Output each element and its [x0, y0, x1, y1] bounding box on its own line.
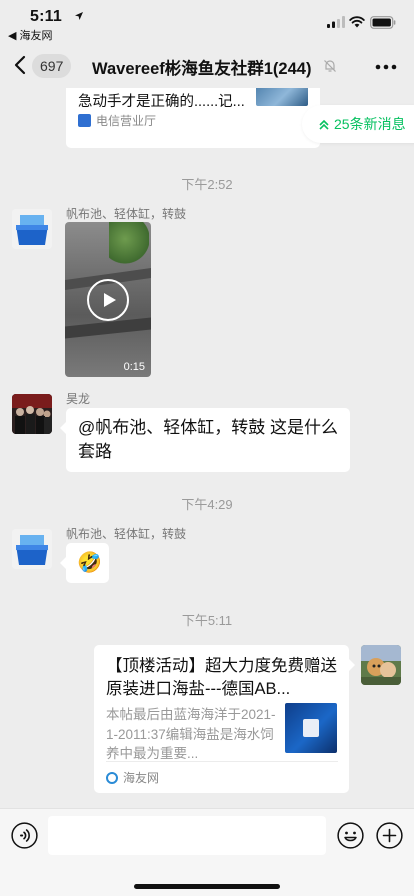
- chat-input-bar: [0, 808, 414, 896]
- link-card-thumbnail: [285, 703, 337, 753]
- timestamp: 下午5:11: [181, 613, 233, 628]
- my-avatar[interactable]: [361, 645, 401, 685]
- telecom-logo-icon: [78, 114, 91, 127]
- back-to-app-link[interactable]: ◀ 海友网: [8, 27, 53, 43]
- home-indicator: [134, 884, 280, 889]
- back-chevron-icon[interactable]: [14, 55, 26, 75]
- group-photo-avatar-icon: [12, 394, 52, 434]
- shared-card-partial[interactable]: 急动手才是正确的......记... 电信营业厅: [66, 88, 320, 148]
- voice-input-icon[interactable]: [11, 822, 38, 849]
- double-chevron-up-icon: [319, 119, 329, 130]
- sender-name: 昊龙: [66, 392, 91, 406]
- signal-icon: [327, 16, 345, 28]
- avatar[interactable]: [12, 394, 52, 434]
- link-card-source: 海友网: [106, 769, 159, 786]
- status-time: 5:11: [30, 8, 62, 25]
- emoji-icon[interactable]: [337, 822, 364, 849]
- sender-name: 帆布池、轻体缸，转鼓: [66, 527, 187, 541]
- text-message-bubble[interactable]: @帆布池、轻体缸，转鼓 这是什么套路: [60, 408, 350, 472]
- link-card-title: 【顶楼活动】超大力度免费赠送原装进口海盐---德国AB...: [106, 657, 337, 698]
- wifi-icon: [349, 16, 365, 28]
- avatar[interactable]: [12, 209, 52, 249]
- shared-card-source-label: 电信营业厅: [96, 114, 157, 128]
- message-emoji: 🤣: [77, 552, 102, 574]
- video-duration: 0:15: [123, 361, 145, 373]
- video-frame-plant: [109, 222, 149, 264]
- message-list[interactable]: 急动手才是正确的......记... 电信营业厅 25条新消息 下午2:52 帆…: [0, 88, 414, 808]
- shared-card-source: 电信营业厅: [78, 112, 156, 129]
- new-messages-button[interactable]: 25条新消息: [302, 105, 414, 143]
- plus-icon[interactable]: [376, 822, 403, 849]
- chat-title: Wavereef彬海鱼友社群1(244): [92, 60, 312, 78]
- video-message[interactable]: 0:15: [65, 222, 151, 377]
- avatar[interactable]: [12, 529, 52, 569]
- link-card-source-label: 海友网: [123, 771, 160, 785]
- status-bar: 5:11 ◀ 海友网: [0, 0, 414, 42]
- timestamp: 下午2:52: [181, 177, 233, 192]
- cat-photo-avatar-icon: [361, 645, 401, 685]
- new-messages-label: 25条新消息: [334, 116, 406, 132]
- link-card-description: 本帖最后由蓝海海洋于2021-1-2011:37编辑海盐是海水饲养中最为重要..…: [106, 707, 276, 761]
- unread-count-badge[interactable]: 697: [32, 54, 72, 78]
- shared-card-text: 急动手才是正确的......记...: [78, 94, 245, 110]
- pool-avatar-icon: [12, 209, 52, 249]
- pool-avatar-icon: [12, 529, 52, 569]
- timestamp: 下午4:29: [181, 497, 233, 512]
- divider: [106, 761, 338, 762]
- more-options-icon[interactable]: [375, 64, 397, 70]
- sender-name: 帆布池、轻体缸，转鼓: [66, 207, 187, 221]
- battery-icon: [370, 16, 396, 29]
- chat-nav-bar: 697 Wavereef彬海鱼友社群1(244): [0, 42, 414, 88]
- shared-card-thumbnail: [256, 88, 308, 106]
- location-arrow-icon: [75, 12, 83, 20]
- mute-bell-icon: [324, 60, 336, 72]
- emoji-message-bubble[interactable]: 🤣: [60, 543, 109, 583]
- message-input[interactable]: [48, 816, 326, 855]
- message-text: @帆布池、轻体缸，转鼓 这是什么套路: [78, 418, 338, 461]
- haiyou-logo-icon: [106, 771, 118, 784]
- play-button-icon[interactable]: [87, 279, 129, 321]
- link-card-message[interactable]: 【顶楼活动】超大力度免费赠送原装进口海盐---德国AB... 本帖最后由蓝海海洋…: [94, 645, 355, 793]
